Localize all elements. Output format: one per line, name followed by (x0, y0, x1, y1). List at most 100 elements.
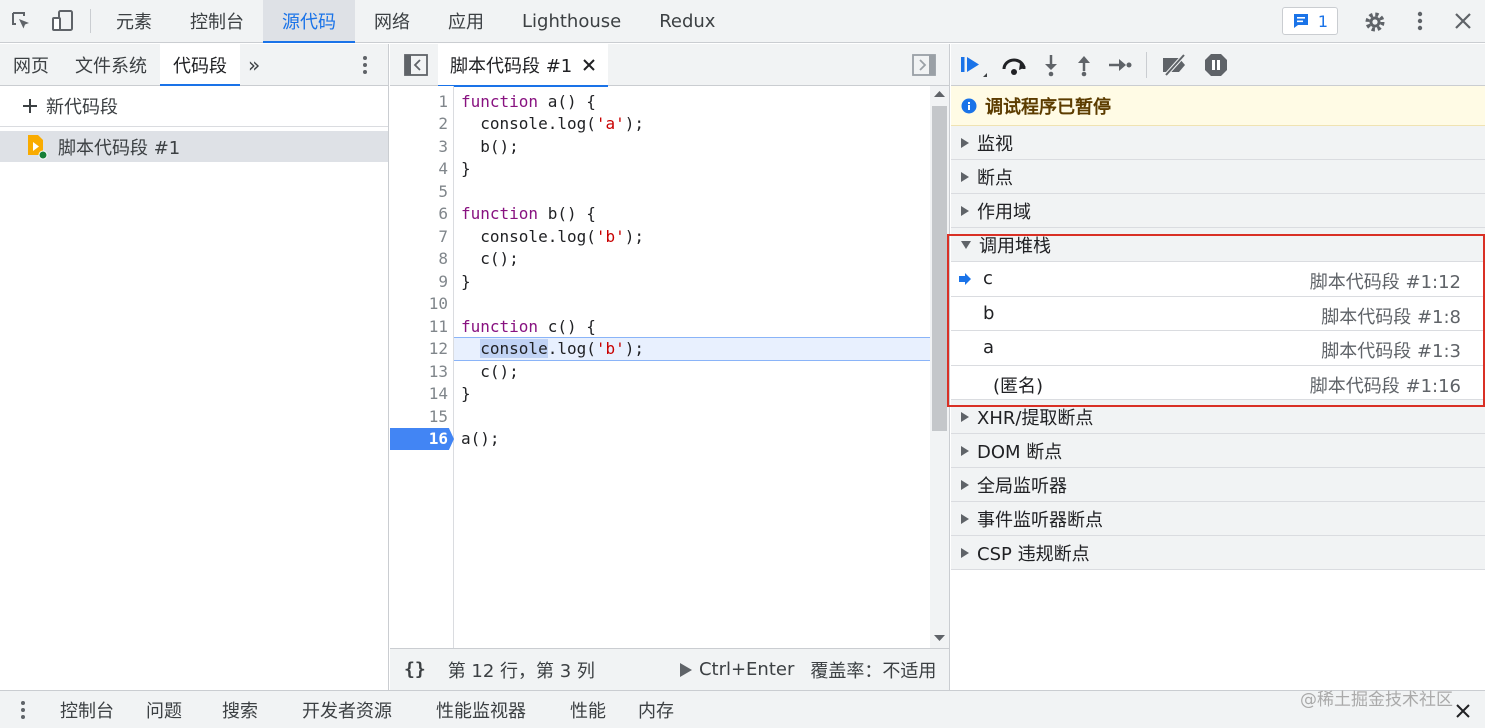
frame-location[interactable]: 脚本代码段 #1:3 (1321, 337, 1461, 363)
new-snippet-button[interactable]: 新代码段 (0, 86, 388, 127)
frame-location[interactable]: 脚本代码段 #1:8 (1321, 303, 1461, 329)
drawer-tab-search[interactable]: 搜索 (200, 697, 280, 723)
drawer-tab-developer-resources[interactable]: 开发者资源 (280, 697, 414, 723)
callstack-frame[interactable]: a 脚本代码段 #1:3 (951, 331, 1485, 366)
code-line: c(); (461, 361, 519, 381)
info-icon (961, 98, 977, 113)
scrollbar-thumb[interactable] (932, 106, 947, 431)
code-line: function c() { (461, 316, 596, 336)
line-number[interactable]: 1 (390, 91, 454, 114)
message-icon (1293, 14, 1308, 28)
line-number[interactable]: 15 (390, 406, 454, 429)
callstack-frame[interactable]: (匿名) 脚本代码段 #1:16 (951, 366, 1485, 400)
drawer-tab-performance[interactable]: 性能 (548, 697, 628, 723)
snippet-name: 脚本代码段 #1 (58, 137, 181, 159)
tab-console[interactable]: 控制台 (171, 0, 263, 42)
tab-network[interactable]: 网络 (355, 0, 429, 42)
line-number-gutter[interactable]: 1 2 3 4 5 6 7 8 9 10 11 12 13 14 15 16 (390, 86, 454, 648)
section-header[interactable]: DOM 断点 (951, 434, 1485, 468)
callstack-frame[interactable]: b 脚本代码段 #1:8 (951, 297, 1485, 331)
navigator-menu-icon[interactable] (358, 53, 372, 77)
line-number[interactable]: 10 (390, 293, 454, 316)
step-out-icon[interactable] (1074, 53, 1094, 77)
section-title: 全局监听器 (977, 475, 1067, 497)
line-number[interactable]: 9 (390, 271, 454, 294)
sections-after: XHR/提取断点 DOM 断点全局监听器事件监听器断点 CSP 违规断点 (951, 400, 1485, 570)
breakpoint-marker[interactable]: 16 (390, 428, 454, 450)
line-number[interactable]: 12 (390, 338, 454, 361)
frame-location[interactable]: 脚本代码段 #1:12 (1310, 268, 1461, 294)
run-snippet-button[interactable]: Ctrl+Enter (679, 659, 794, 680)
devtools-toolbar: 元素 控制台 源代码 网络 应用 Lighthouse Redux 1 (0, 0, 1485, 43)
tab-application[interactable]: 应用 (429, 0, 503, 42)
frame-location[interactable]: 脚本代码段 #1:16 (1310, 372, 1461, 398)
line-number[interactable]: 5 (390, 181, 454, 204)
editor-tab[interactable]: 脚本代码段 #1 (438, 44, 609, 87)
new-snippet-label: 新代码段 (46, 97, 118, 118)
collapsed-triangle-icon (961, 137, 969, 148)
section-header[interactable]: XHR/提取断点 (951, 400, 1485, 434)
tab-sources[interactable]: 源代码 (263, 0, 355, 43)
section-header[interactable]: 监视 (951, 126, 1485, 160)
device-toolbar-icon[interactable] (42, 0, 84, 42)
section-header[interactable]: CSP 违规断点 (951, 536, 1485, 570)
section-callstack[interactable]: 调用堆栈 (951, 228, 1485, 262)
tab-lighthouse[interactable]: Lighthouse (503, 0, 640, 42)
navigator-panel: 网页 文件系统 代码段 » 新代码段 脚本代码段 #1 (0, 44, 389, 690)
section-header[interactable]: 断点 (951, 160, 1485, 194)
drawer-tab-performance-monitor[interactable]: 性能监视器 (414, 697, 548, 723)
more-options-icon[interactable] (1410, 9, 1430, 33)
section-callstack-title: 调用堆栈 (979, 235, 1051, 257)
code-editor[interactable]: 1 2 3 4 5 6 7 8 9 10 11 12 13 14 15 16 function a() { c… (390, 86, 930, 648)
debugger-toolbar (951, 44, 1485, 86)
line-number[interactable]: 4 (390, 158, 454, 181)
editor-scrollbar[interactable] (930, 86, 949, 648)
snippet-item[interactable]: 脚本代码段 #1 (0, 131, 388, 162)
issues-button[interactable]: 1 (1282, 7, 1338, 35)
line-number[interactable]: 8 (390, 248, 454, 271)
tab-page[interactable]: 网页 (0, 44, 62, 85)
resume-icon[interactable] (959, 52, 987, 78)
line-number[interactable]: 14 (390, 383, 454, 406)
section-title: CSP 违规断点 (977, 543, 1090, 565)
tab-filesystem[interactable]: 文件系统 (62, 44, 160, 85)
close-devtools-icon[interactable] (1452, 10, 1474, 32)
drawer-tab-memory[interactable]: 内存 (628, 697, 684, 723)
section-title: 断点 (977, 167, 1013, 189)
issues-count: 1 (1317, 11, 1329, 31)
inspect-element-icon[interactable] (0, 0, 42, 42)
section-header[interactable]: 作用域 (951, 194, 1485, 228)
toggle-debugger-icon[interactable] (912, 54, 936, 76)
section-header[interactable]: 事件监听器断点 (951, 502, 1485, 536)
tab-elements[interactable]: 元素 (97, 0, 171, 42)
pretty-print-braces-icon[interactable]: {} (404, 659, 426, 680)
toggle-navigator-icon[interactable] (404, 54, 428, 76)
tab-redux[interactable]: Redux (640, 0, 734, 42)
step-into-icon[interactable] (1041, 53, 1061, 77)
line-number[interactable]: 11 (390, 316, 454, 339)
drawer-tab-issues[interactable]: 问题 (128, 697, 200, 723)
step-over-icon[interactable] (1000, 53, 1028, 77)
tab-snippets[interactable]: 代码段 (160, 44, 240, 86)
line-number[interactable]: 13 (390, 361, 454, 384)
close-tab-icon[interactable] (582, 58, 596, 72)
more-tabs-chevron-icon[interactable]: » (240, 44, 268, 85)
settings-gear-icon[interactable] (1362, 9, 1388, 35)
step-icon[interactable] (1107, 53, 1133, 77)
close-drawer-icon[interactable] (1455, 703, 1471, 719)
section-header[interactable]: 全局监听器 (951, 468, 1485, 502)
pause-on-exceptions-icon[interactable] (1203, 52, 1229, 78)
line-number[interactable]: 7 (390, 226, 454, 249)
code-line: console.log('b'); (480, 339, 645, 358)
drawer-menu-icon[interactable] (0, 698, 46, 722)
line-number[interactable]: 3 (390, 136, 454, 159)
deactivate-breakpoints-icon[interactable] (1160, 53, 1190, 77)
line-number[interactable]: 2 (390, 113, 454, 136)
line-number[interactable]: 6 (390, 203, 454, 226)
callstack-frame[interactable]: c 脚本代码段 #1:12 (951, 262, 1485, 297)
scroll-down-arrow-icon[interactable] (934, 634, 945, 642)
drawer-tab-console[interactable]: 控制台 (46, 697, 128, 723)
cursor-position: 第 12 行，第 3 列 (447, 660, 595, 682)
debugger-sidebar: 调试程序已暂停 监视 断点 作用域 调用堆栈 c 脚本代码段 #1:12 b 脚本代码段 … (951, 44, 1485, 690)
scroll-up-arrow-icon[interactable] (934, 90, 945, 98)
